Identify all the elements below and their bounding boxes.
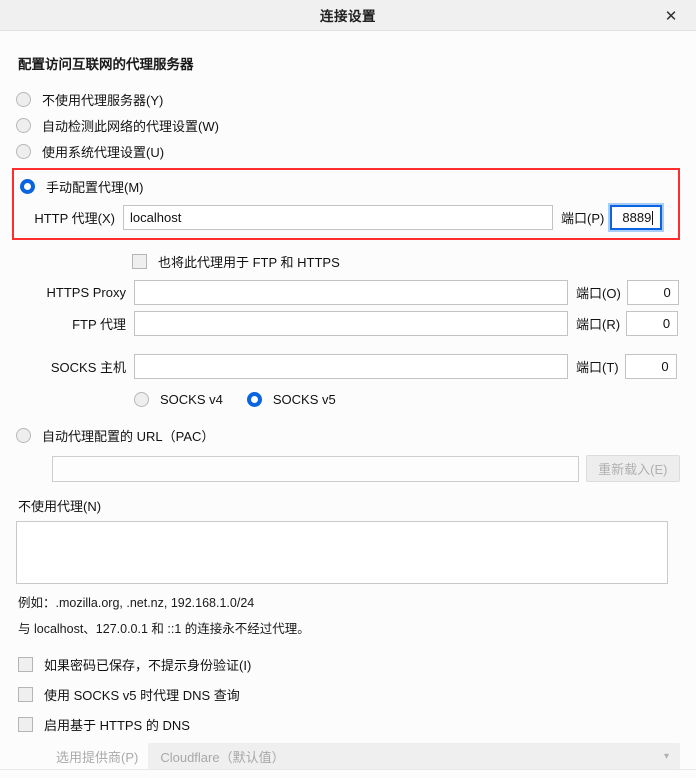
http-port-value: 8889 — [622, 210, 652, 225]
socks-port-input[interactable]: 0 — [624, 354, 677, 379]
http-proxy-row: HTTP 代理(X) localhost 端口(P) 8889 — [20, 205, 672, 230]
dialog-titlebar: 连接设置 ✕ — [0, 0, 696, 31]
radio-label: 手动配置代理(M) — [46, 179, 144, 195]
checkbox-no-auth-prompt[interactable]: 如果密码已保存，不提示身份验证(I) — [18, 649, 680, 679]
radio-label: 不使用代理服务器(Y) — [42, 92, 164, 108]
pac-reload-button[interactable]: 重新载入(E) — [585, 455, 680, 482]
socks-version-group: SOCKS v4 SOCKS v5 — [134, 386, 680, 412]
socks-port-label: 端口(T) — [576, 360, 619, 375]
text-caret — [652, 210, 654, 225]
checkbox-proxy-dns-socks5[interactable]: 使用 SOCKS v5 时代理 DNS 查询 — [18, 679, 680, 709]
radio-label: 自动代理配置的 URL（PAC） — [42, 428, 215, 444]
https-port-input[interactable]: 0 — [626, 280, 679, 305]
checkbox-label: 如果密码已保存，不提示身份验证(I) — [44, 657, 252, 673]
no-proxy-hint-example: 例如：.mozilla.org, .net.nz, 192.168.1.0/24 — [18, 596, 255, 610]
radio-no-proxy[interactable]: 不使用代理服务器(Y) — [16, 86, 680, 112]
checkbox-indicator — [18, 686, 33, 702]
radio-indicator — [16, 117, 31, 133]
radio-manual-proxy[interactable]: 手动配置代理(M) — [20, 173, 672, 199]
http-proxy-input[interactable]: localhost — [123, 205, 553, 230]
ftp-proxy-input[interactable] — [134, 311, 568, 336]
chevron-down-icon: ▾ — [663, 750, 669, 762]
checkbox-indicator — [18, 656, 33, 672]
checkbox-indicator — [132, 253, 147, 269]
https-proxy-input[interactable] — [134, 280, 568, 305]
http-port-input[interactable]: 8889 — [610, 205, 663, 230]
radio-auto-detect[interactable]: 自动检测此网络的代理设置(W) — [16, 112, 680, 138]
no-proxy-hint-localhost: 与 localhost、127.0.0.1 和 ::1 的连接永不经过代理。 — [18, 622, 310, 636]
connection-settings-dialog: 连接设置 ✕ 配置访问互联网的代理服务器 不使用代理服务器(Y) 自动检测此网络… — [0, 0, 696, 778]
checkbox-label: 使用 SOCKS v5 时代理 DNS 查询 — [44, 687, 240, 703]
pac-url-row: 重新载入(E) — [52, 455, 680, 482]
ftp-port-label: 端口(R) — [576, 317, 621, 332]
radio-socks-v5[interactable]: SOCKS v5 — [246, 386, 336, 412]
radio-indicator — [16, 91, 31, 107]
dialog-footer: 确定 取消 帮助(H) CSDN @XZxiaoz — [0, 769, 696, 778]
radio-label: SOCKS v4 — [160, 391, 223, 407]
doh-provider-row: 选用提供商(P) Cloudflare（默认值） ▾ — [56, 743, 680, 769]
radio-label: SOCKS v5 — [272, 391, 336, 407]
socks-host-input[interactable] — [134, 354, 568, 379]
checkbox-also-ftp-https[interactable]: 也将此代理用于 FTP 和 HTTPS — [132, 246, 680, 276]
checkbox-label: 启用基于 HTTPS 的 DNS — [44, 717, 190, 733]
radio-label: 使用系统代理设置(U) — [42, 144, 165, 160]
doh-provider-value: Cloudflare（默认值） — [160, 749, 285, 765]
radio-indicator-selected — [20, 178, 35, 194]
manual-proxy-annotation-box: 手动配置代理(M) HTTP 代理(X) localhost 端口(P) 888… — [12, 168, 680, 240]
ftp-port-input[interactable]: 0 — [626, 311, 679, 336]
radio-label: 自动检测此网络的代理设置(W) — [42, 118, 219, 134]
dialog-content: 配置访问互联网的代理服务器 不使用代理服务器(Y) 自动检测此网络的代理设置(W… — [0, 31, 696, 769]
page-title: 配置访问互联网的代理服务器 — [18, 57, 194, 72]
dialog-title: 连接设置 — [320, 9, 376, 24]
radio-indicator — [16, 427, 31, 443]
radio-pac-url[interactable]: 自动代理配置的 URL（PAC） — [16, 422, 680, 448]
checkbox-label: 也将此代理用于 FTP 和 HTTPS — [158, 254, 340, 270]
no-proxy-textarea[interactable] — [16, 521, 668, 584]
radio-indicator — [134, 391, 149, 407]
ftp-proxy-label: FTP 代理 — [72, 317, 126, 332]
https-proxy-row: HTTPS Proxy 端口(O) 0 — [16, 280, 680, 305]
ftp-proxy-row: FTP 代理 端口(R) 0 — [16, 311, 680, 336]
radio-system-proxy[interactable]: 使用系统代理设置(U) — [16, 138, 680, 164]
https-proxy-label: HTTPS Proxy — [46, 285, 126, 300]
doh-provider-select[interactable]: Cloudflare（默认值） ▾ — [148, 743, 680, 769]
no-proxy-label: 不使用代理(N) — [18, 499, 102, 514]
socks-host-label: SOCKS 主机 — [50, 360, 126, 375]
radio-indicator — [16, 143, 31, 159]
radio-indicator-selected — [246, 391, 262, 407]
pac-url-input[interactable] — [52, 455, 579, 482]
https-port-label: 端口(O) — [576, 286, 621, 301]
socks-host-row: SOCKS 主机 端口(T) 0 — [16, 354, 680, 379]
radio-socks-v4[interactable]: SOCKS v4 — [134, 386, 223, 412]
checkbox-indicator — [18, 716, 33, 732]
close-icon[interactable]: ✕ — [654, 0, 688, 31]
checkbox-enable-doh[interactable]: 启用基于 HTTPS 的 DNS — [18, 709, 680, 739]
http-proxy-label: HTTP 代理(X) — [34, 211, 115, 226]
doh-provider-label: 选用提供商(P) — [56, 749, 139, 765]
options-group: 如果密码已保存，不提示身份验证(I) 使用 SOCKS v5 时代理 DNS 查… — [16, 649, 680, 739]
http-port-label: 端口(P) — [561, 211, 605, 226]
